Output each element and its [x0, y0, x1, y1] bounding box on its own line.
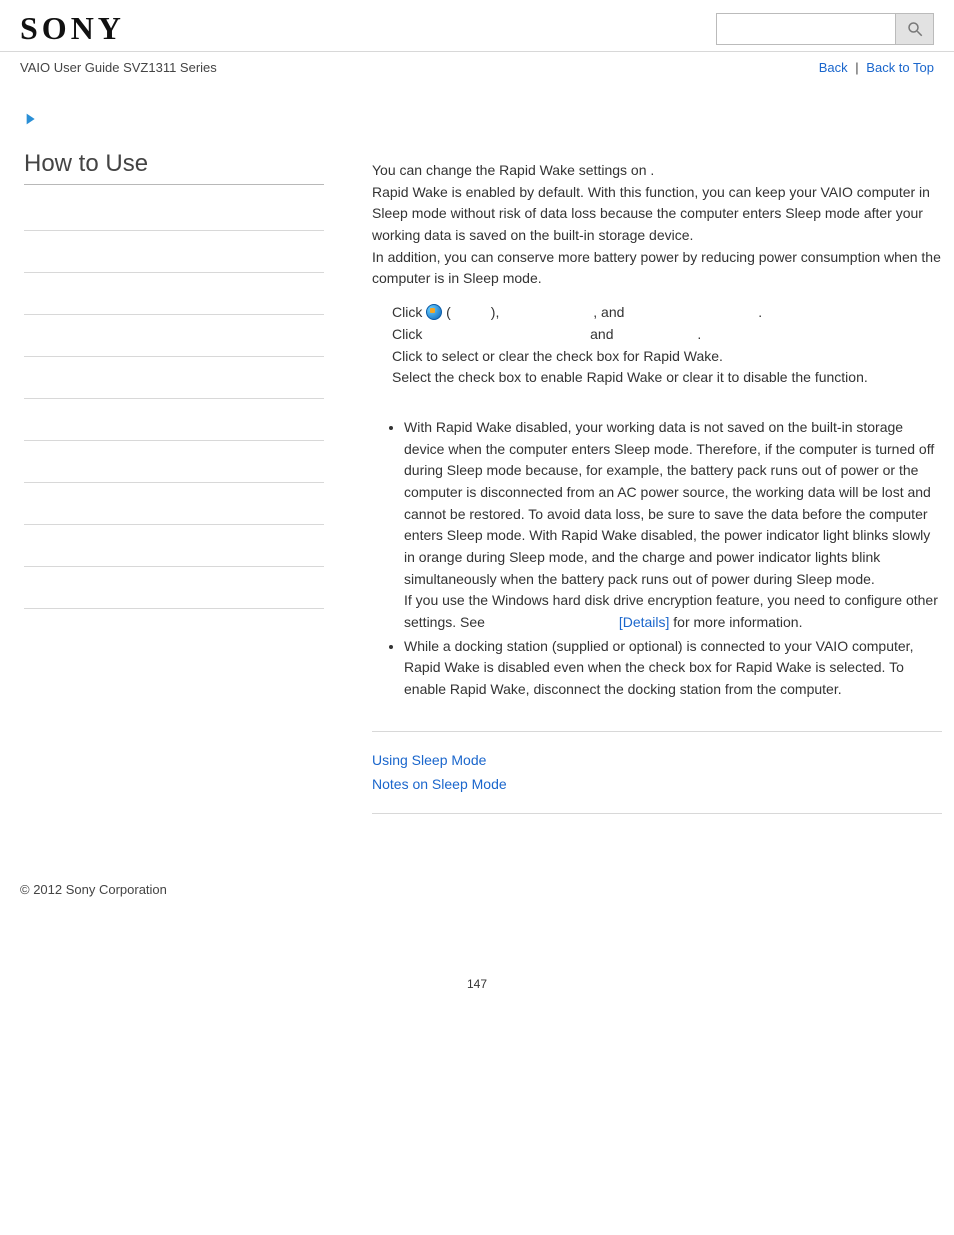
step-1: Click (), , and . — [392, 302, 942, 324]
sidebar-item[interactable] — [24, 231, 324, 273]
sidebar-item[interactable] — [24, 189, 324, 231]
guide-title: VAIO User Guide SVZ1311 Series — [20, 60, 217, 75]
nav-separator: | — [855, 60, 858, 75]
text: ), — [491, 304, 503, 320]
sidebar-item[interactable] — [24, 399, 324, 441]
page-number: 147 — [0, 897, 954, 1021]
sidebar-item[interactable] — [24, 441, 324, 483]
text: . — [650, 162, 654, 178]
divider — [372, 731, 942, 732]
note-item: While a docking station (supplied or opt… — [404, 636, 942, 701]
search-input[interactable] — [716, 13, 896, 45]
sidebar-item[interactable] — [24, 273, 324, 315]
text: You can change the Rapid Wake settings o… — [372, 162, 650, 178]
sidebar-item[interactable] — [24, 567, 324, 609]
nav-links: Back | Back to Top — [819, 60, 934, 75]
back-link[interactable]: Back — [819, 60, 848, 75]
text: Click — [392, 304, 426, 320]
windows-start-icon — [426, 304, 442, 320]
breadcrumb-chevron-icon — [24, 111, 954, 130]
note-item: With Rapid Wake disabled, your working d… — [404, 417, 942, 634]
copyright: © 2012 Sony Corporation — [0, 832, 954, 897]
main-content: You can change the Rapid Wake settings o… — [324, 140, 954, 832]
notes: With Rapid Wake disabled, your working d… — [372, 417, 942, 701]
intro-text: Rapid Wake is enabled by default. With t… — [372, 182, 942, 290]
search-icon — [906, 20, 924, 38]
sony-logo: SONY — [20, 10, 125, 47]
text: for more information. — [669, 614, 802, 630]
sidebar-item[interactable] — [24, 525, 324, 567]
intro-line: You can change the Rapid Wake settings o… — [372, 160, 942, 182]
sidebar-item[interactable] — [24, 315, 324, 357]
step-3: Click to select or clear the check box f… — [392, 346, 942, 368]
header-bar: SONY — [0, 0, 954, 52]
back-to-top-link[interactable]: Back to Top — [866, 60, 934, 75]
related-link-sleep-mode[interactable]: Using Sleep Mode — [372, 750, 942, 772]
text: , and — [593, 304, 628, 320]
sidebar-item[interactable] — [24, 357, 324, 399]
steps: Click (), , and . Click and . Click to s… — [392, 302, 942, 389]
related-topics: Using Sleep Mode Notes on Sleep Mode — [372, 750, 942, 795]
text: and — [586, 326, 617, 342]
text: . — [758, 304, 762, 320]
sidebar-title: How to Use — [24, 140, 324, 185]
step-2: Click and . — [392, 324, 942, 346]
divider — [372, 813, 942, 814]
sub-header: VAIO User Guide SVZ1311 Series Back | Ba… — [0, 52, 954, 91]
related-link-notes-sleep[interactable]: Notes on Sleep Mode — [372, 774, 942, 796]
text: With Rapid Wake disabled, your working d… — [404, 419, 934, 587]
text: . — [697, 326, 701, 342]
search-button[interactable] — [896, 13, 934, 45]
text: Click — [392, 326, 426, 342]
sidebar-item[interactable] — [24, 483, 324, 525]
step-3b: Select the check box to enable Rapid Wak… — [392, 367, 942, 389]
search-box — [716, 13, 934, 45]
text: ( — [442, 304, 451, 320]
sidebar: How to Use — [24, 140, 324, 609]
details-link[interactable]: [Details] — [619, 614, 670, 630]
